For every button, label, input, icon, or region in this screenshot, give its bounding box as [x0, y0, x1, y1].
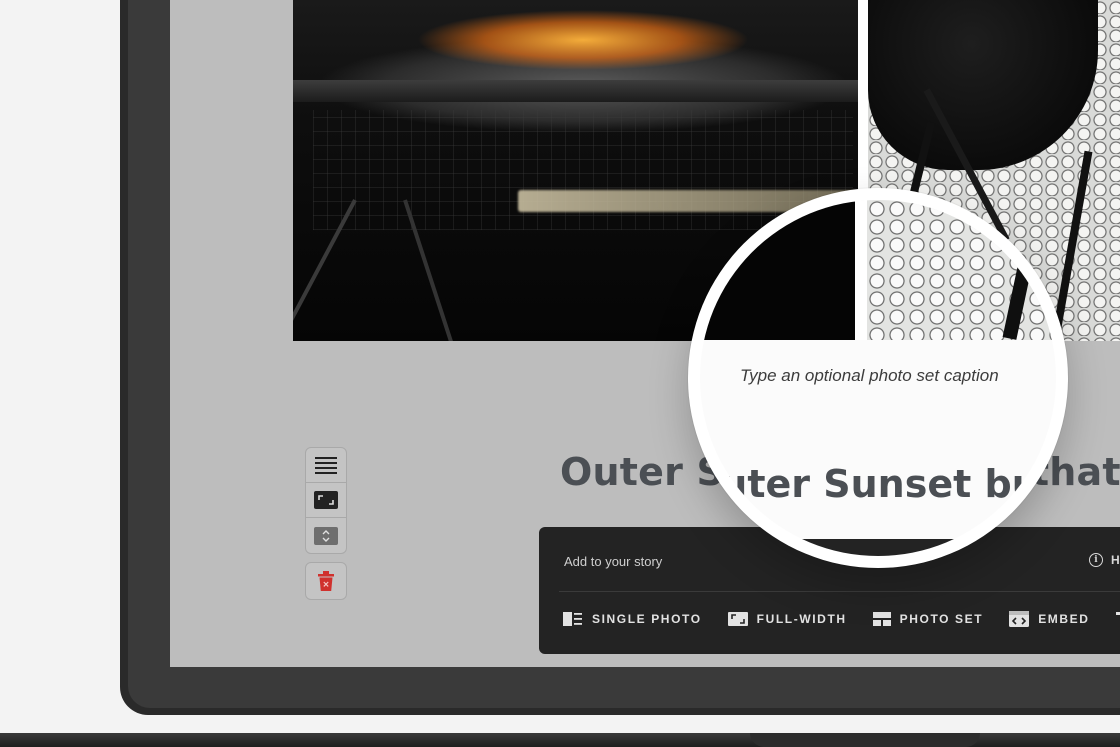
- single-photo-icon: [563, 611, 583, 627]
- add-full-width-button[interactable]: FULL-WIDTH: [727, 611, 847, 627]
- laptop-base-notch: [750, 733, 980, 747]
- add-photo-set-button[interactable]: PHOTO SET: [872, 611, 984, 627]
- magnified-chair-leg: [1002, 200, 1046, 340]
- full-width-icon: [727, 611, 748, 627]
- chair-leg: [1051, 150, 1093, 340]
- full-width-label: FULL-WIDTH: [756, 612, 847, 626]
- trash-icon: [318, 571, 334, 591]
- embed-label: EMBED: [1038, 612, 1090, 626]
- full-width-button[interactable]: [306, 483, 346, 518]
- help-label: H: [1111, 553, 1120, 567]
- reorder-button[interactable]: [306, 518, 346, 553]
- embed-icon: [1009, 611, 1030, 627]
- align-button[interactable]: [306, 448, 346, 483]
- add-single-photo-button[interactable]: SINGLE PHOTO: [563, 611, 702, 627]
- add-to-story-title: Add to your story: [564, 554, 663, 569]
- caption-magnifier: Type an optional photo set caption Outer…: [688, 188, 1068, 568]
- magnifier-lens: Type an optional photo set caption Outer…: [700, 200, 1056, 556]
- add-text-button[interactable]: [1115, 611, 1120, 627]
- delete-block-button[interactable]: [305, 562, 347, 600]
- chair-seat: [868, 0, 1098, 170]
- photo-set-caption-input[interactable]: Type an optional photo set caption: [740, 366, 999, 386]
- story-bar-divider: [559, 591, 1120, 592]
- expand-icon: [314, 491, 338, 509]
- magnified-story-bar: [700, 539, 1056, 556]
- add-embed-button[interactable]: EMBED: [1009, 611, 1089, 627]
- magnified-photo-chair: [867, 200, 1056, 340]
- up-down-chevron-icon: [314, 526, 338, 545]
- single-photo-label: SINGLE PHOTO: [592, 612, 702, 626]
- align-lines-icon: [315, 457, 337, 474]
- info-icon: i: [1089, 553, 1103, 567]
- text-icon: [1115, 611, 1120, 627]
- magnified-headline: Outer Sunset but not that far.: [700, 462, 1056, 506]
- story-actions: SINGLE PHOTO FULL-WIDTH PHOTO SET EMBED: [563, 611, 1120, 627]
- help-link[interactable]: i H: [1089, 553, 1120, 567]
- grill-rim: [293, 80, 858, 102]
- magnified-photo-grill: [700, 200, 855, 340]
- photo-set-label: PHOTO SET: [899, 612, 984, 626]
- block-tool-group: [305, 447, 347, 554]
- magnified-photo-divider: [855, 200, 867, 340]
- photo-set-icon: [872, 611, 891, 627]
